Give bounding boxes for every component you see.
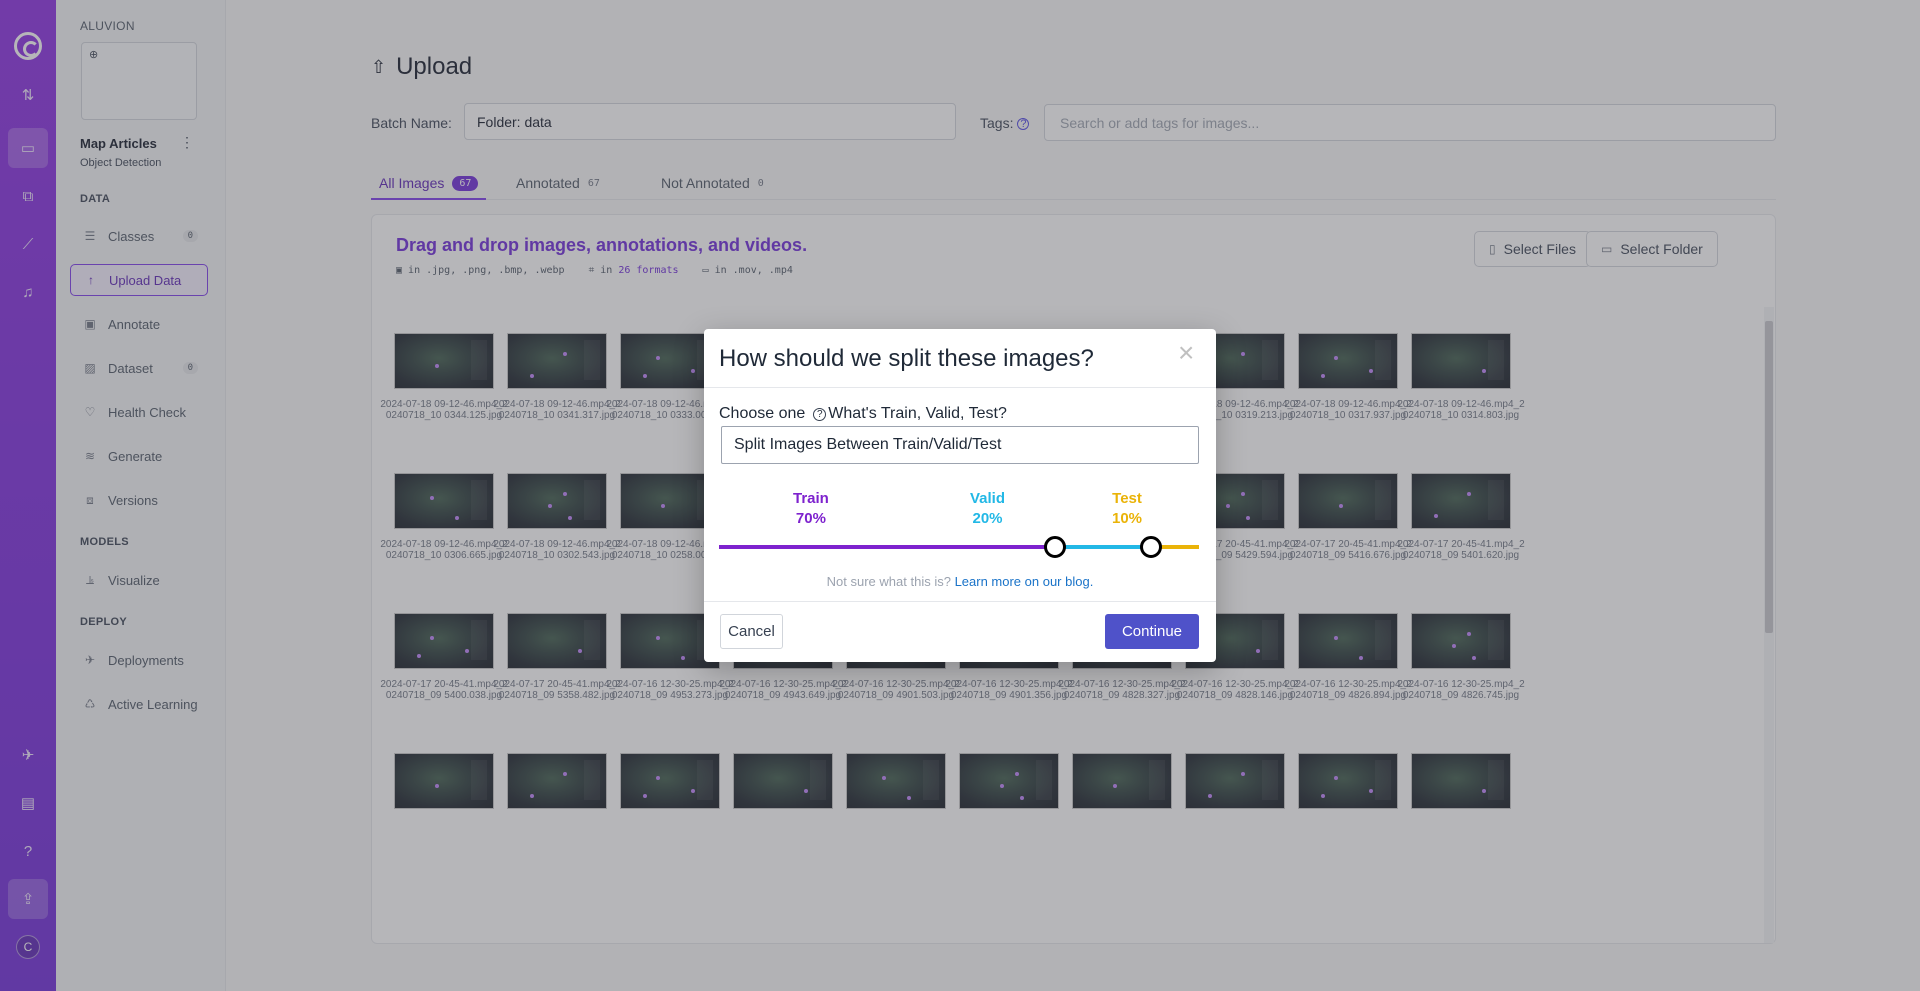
close-icon[interactable]: × — [1178, 339, 1194, 367]
train-percent: 70% — [795, 510, 826, 527]
dialog-title: How should we split these images? — [719, 345, 1094, 372]
valid-test-handle[interactable] — [1140, 536, 1162, 558]
test-label-text: Test — [1112, 490, 1142, 507]
train-valid-handle[interactable] — [1044, 536, 1066, 558]
valid-percent: 20% — [972, 510, 1003, 527]
help-note: Not sure what this is? Learn more on our… — [704, 574, 1216, 589]
train-track — [719, 545, 1055, 549]
help-link[interactable]: What's Train, Valid, Test? — [828, 405, 1007, 423]
choose-text: Choose one — [719, 405, 806, 422]
divider — [704, 601, 1216, 602]
valid-label-text: Valid — [970, 490, 1006, 507]
continue-button[interactable]: Continue — [1105, 614, 1199, 649]
help-icon[interactable]: ? — [813, 407, 827, 421]
modal-overlay[interactable]: How should we split these images? × Choo… — [0, 0, 1920, 991]
help-note-text: Not sure what this is? — [826, 574, 951, 589]
blog-link[interactable]: Learn more on our blog. — [955, 574, 1094, 589]
test-label: Test 10% — [1112, 489, 1142, 529]
divider — [704, 387, 1216, 388]
valid-label: Valid 20% — [970, 489, 1005, 529]
valid-track — [1055, 545, 1151, 549]
test-percent: 10% — [1112, 510, 1143, 527]
split-select[interactable]: Split Images Between Train/Valid/Test — [721, 426, 1199, 464]
train-label-text: Train — [793, 490, 829, 507]
choose-label: Choose one? What's Train, Valid, Test? — [719, 405, 1007, 423]
cancel-button[interactable]: Cancel — [720, 614, 783, 649]
train-label: Train 70% — [793, 489, 829, 529]
split-dialog: How should we split these images? × Choo… — [704, 329, 1216, 662]
